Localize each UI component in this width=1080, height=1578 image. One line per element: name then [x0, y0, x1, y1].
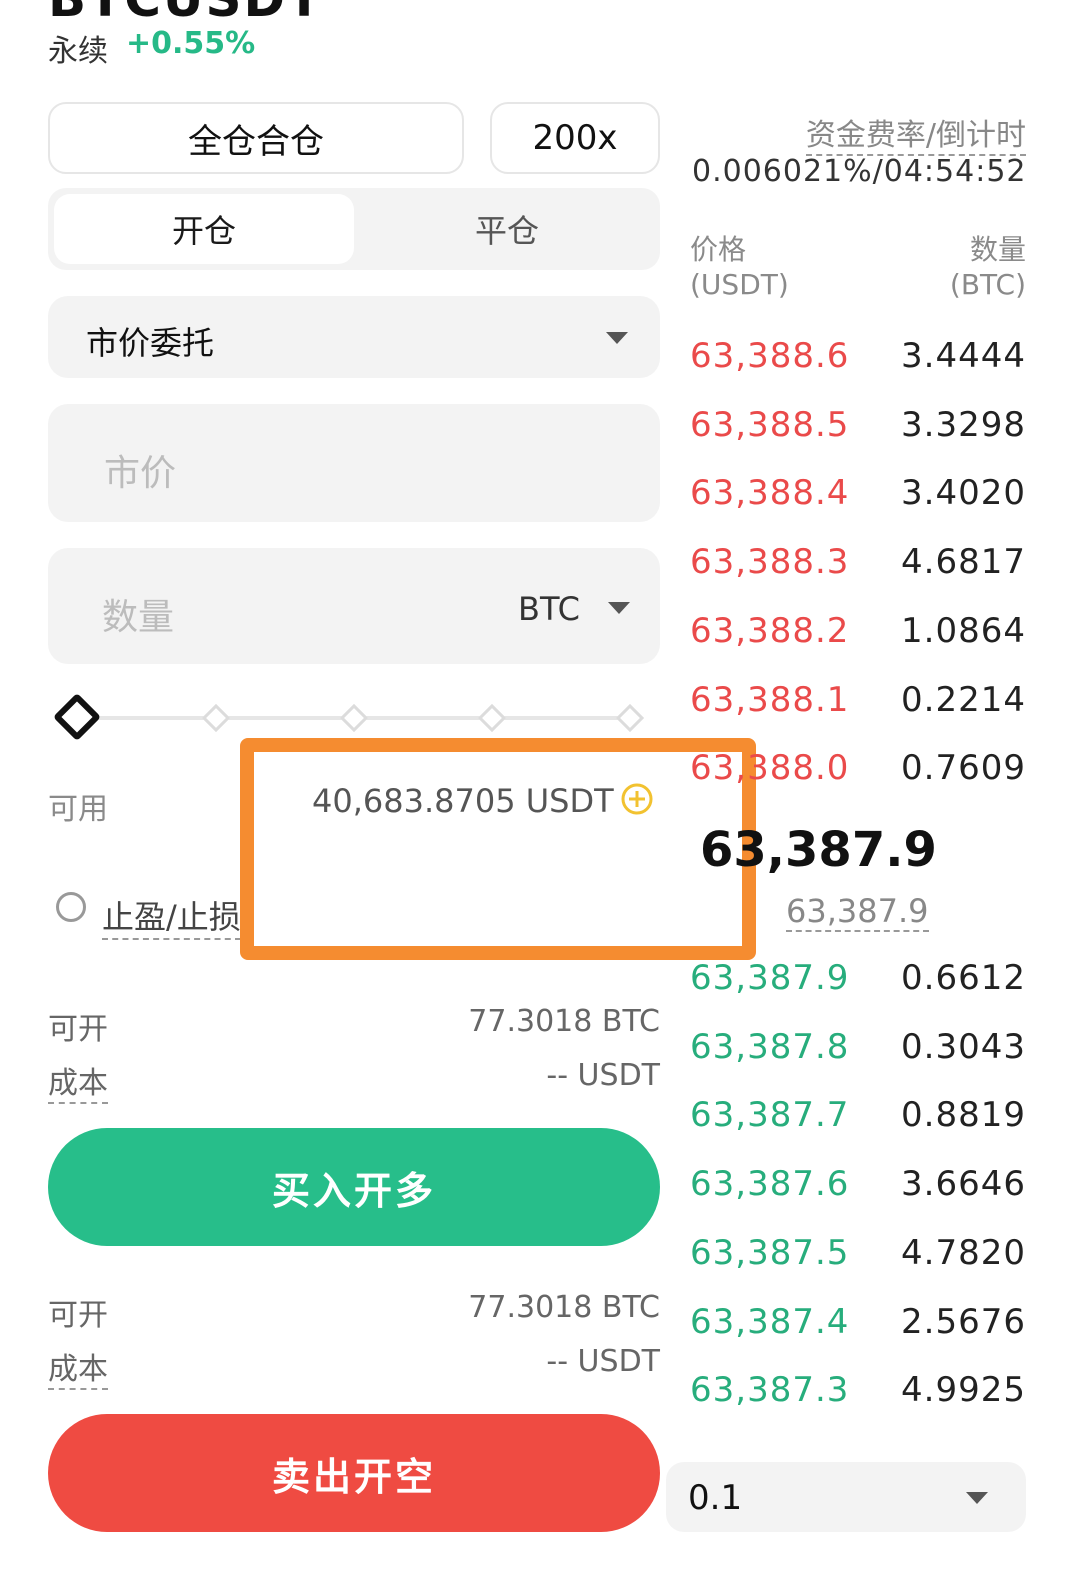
bid-row[interactable]: 63,387.7 0.8819 — [690, 1081, 1026, 1150]
buy-long-button[interactable]: 买入开多 — [48, 1128, 660, 1246]
bid-quantity: 0.3043 — [901, 1026, 1026, 1067]
highlight-box: 40,683.8705 USDT — [240, 738, 756, 960]
bid-row[interactable]: 63,387.4 2.5676 — [690, 1287, 1026, 1356]
slider-step-50[interactable] — [339, 703, 369, 733]
short-max-value: 77.3018 BTC — [468, 1290, 660, 1325]
slider-step-75[interactable] — [477, 703, 507, 733]
ask-row[interactable]: 63,388.5 3.3298 — [690, 390, 1026, 459]
bid-price: 63,387.8 — [690, 1026, 850, 1067]
ask-row[interactable]: 63,388.1 0.2214 — [690, 665, 1026, 734]
symbol-title[interactable]: BTCUSDT — [48, 0, 323, 28]
transfer-plus-icon[interactable] — [620, 782, 654, 816]
tpsl-checkbox[interactable] — [56, 892, 86, 922]
ask-price: 63,388.6 — [690, 336, 850, 376]
long-cost-label: 成本 — [48, 1058, 108, 1104]
available-value: 40,683.8705 USDT — [312, 782, 614, 820]
ask-quantity: 0.7609 — [901, 748, 1026, 789]
bid-row[interactable]: 63,387.6 3.6646 — [690, 1150, 1026, 1219]
bid-row[interactable]: 63,387.8 0.3043 — [690, 1012, 1026, 1081]
bid-row[interactable]: 63,387.9 0.6612 — [690, 944, 1026, 1012]
bid-quantity: 4.9925 — [901, 1370, 1026, 1411]
precision-select[interactable]: 0.1 — [666, 1462, 1026, 1532]
chevron-down-icon — [608, 602, 630, 614]
ask-price: 63,388.3 — [690, 542, 850, 583]
bid-row[interactable]: 63,387.5 4.7820 — [690, 1218, 1026, 1287]
price-change: +0.55% — [126, 26, 256, 61]
bid-quantity: 3.6646 — [901, 1164, 1026, 1205]
quantity-input[interactable]: 数量 BTC — [48, 548, 660, 664]
ob-qty-unit: (BTC) — [949, 268, 1026, 301]
short-cost-label: 成本 — [48, 1344, 108, 1390]
ask-price: 63,388.5 — [690, 404, 850, 445]
bid-row[interactable]: 63,387.3 4.9925 — [690, 1356, 1026, 1425]
chart-switch-icon[interactable] — [726, 0, 776, 16]
ask-quantity: 3.4020 — [901, 473, 1026, 514]
price-input[interactable]: 市价 — [48, 404, 660, 522]
short-cost-value: -- USDT — [546, 1344, 660, 1379]
precision-value: 0.1 — [688, 1478, 743, 1518]
chevron-down-icon — [966, 1492, 988, 1504]
available-label: 可用 — [48, 792, 108, 827]
ask-price: 63,388.0 — [690, 748, 850, 789]
quantity-unit-select[interactable]: BTC — [518, 590, 580, 628]
long-max-value: 77.3018 BTC — [468, 1004, 660, 1039]
bid-price: 63,387.6 — [690, 1164, 850, 1205]
long-cost-value: -- USDT — [546, 1058, 660, 1093]
ask-price: 63,388.4 — [690, 473, 850, 514]
bid-quantity: 0.6612 — [901, 958, 1026, 998]
ob-price-header: 价格 — [690, 233, 747, 266]
bid-price: 63,387.5 — [690, 1232, 850, 1273]
bid-quantity: 2.5676 — [901, 1301, 1026, 1342]
ask-row[interactable]: 63,388.6 3.4444 — [690, 322, 1026, 390]
chevron-down-icon — [606, 332, 628, 344]
bid-price: 63,387.7 — [690, 1095, 850, 1136]
tpsl-label[interactable]: 止盈/止损 — [102, 892, 241, 940]
ask-row[interactable]: 63,388.4 3.4020 — [690, 459, 1026, 528]
bid-quantity: 0.8819 — [901, 1095, 1026, 1136]
price-placeholder: 市价 — [104, 453, 177, 494]
ask-row[interactable]: 63,388.0 0.7609 — [690, 734, 1026, 803]
tab-open[interactable]: 开仓 — [54, 194, 354, 264]
last-price: 63,387.9 — [700, 822, 937, 878]
ob-qty-header: 数量 — [969, 233, 1026, 266]
order-type-label: 市价委托 — [86, 324, 215, 362]
bid-price: 63,387.3 — [690, 1370, 850, 1411]
ask-quantity: 1.0864 — [901, 610, 1026, 651]
slider-step-100[interactable] — [615, 703, 645, 733]
short-max-label: 可开 — [48, 1298, 108, 1333]
bid-quantity: 4.7820 — [901, 1232, 1026, 1273]
ob-price-unit: (USDT) — [690, 268, 789, 301]
ask-price: 63,388.2 — [690, 610, 850, 651]
order-type-select[interactable]: 市价委托 — [48, 296, 660, 378]
mark-price[interactable]: 63,387.9 — [786, 892, 929, 932]
contract-type: 永续 — [48, 34, 108, 69]
bid-price: 63,387.4 — [690, 1301, 850, 1342]
ask-price: 63,388.1 — [690, 679, 850, 720]
tab-close[interactable]: 平仓 — [360, 194, 654, 264]
ask-row[interactable]: 63,388.2 1.0864 — [690, 596, 1026, 665]
ask-quantity: 3.3298 — [901, 404, 1026, 445]
leverage-button[interactable]: 200x — [490, 102, 660, 174]
margin-mode-button[interactable]: 全仓合仓 — [48, 102, 464, 174]
bid-price: 63,387.9 — [690, 958, 850, 998]
ask-row[interactable]: 63,388.3 4.6817 — [690, 528, 1026, 597]
funding-label[interactable]: 资金费率/倒计时 — [805, 110, 1026, 156]
ask-quantity: 3.4444 — [901, 336, 1026, 376]
ask-quantity: 0.2214 — [901, 679, 1026, 720]
ask-quantity: 4.6817 — [901, 542, 1026, 583]
funding-value: 0.006021%/04:54:52 — [692, 154, 1027, 189]
sell-short-button[interactable]: 卖出开空 — [48, 1414, 660, 1532]
bell-icon[interactable] — [962, 0, 1012, 16]
slider-thumb[interactable] — [52, 692, 102, 742]
quantity-placeholder: 数量 — [102, 597, 175, 638]
slider-step-25[interactable] — [201, 703, 231, 733]
long-max-label: 可开 — [48, 1012, 108, 1047]
